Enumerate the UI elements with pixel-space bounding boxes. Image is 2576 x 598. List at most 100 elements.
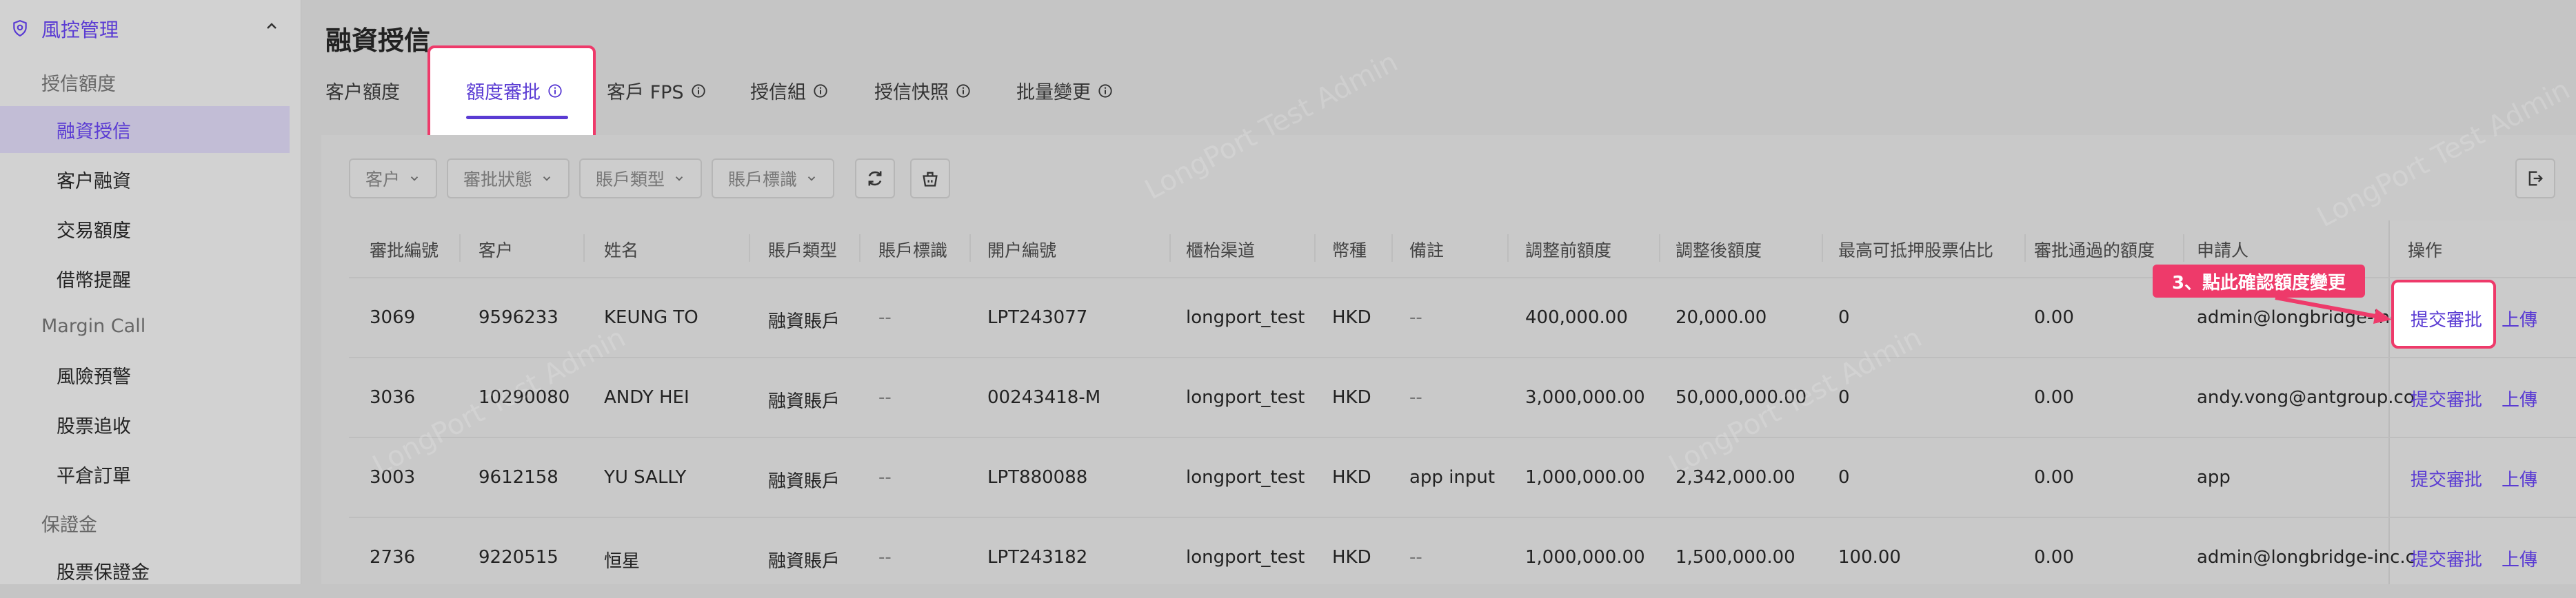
tab-limit-approval[interactable]: 額度審批: [466, 77, 563, 104]
sidebar-item-liquidation-orders[interactable]: 平倉訂單: [0, 451, 290, 497]
cell-account-type: 融資賬戶: [768, 391, 841, 412]
info-icon: [956, 83, 970, 98]
cell-approved-limit: 0.00: [2034, 307, 2074, 328]
sidebar-item-stock-recovery[interactable]: 股票追收: [0, 401, 290, 448]
cell-channel: longport_test: [1186, 547, 1305, 568]
sidebar-header[interactable]: 風控管理: [0, 0, 301, 59]
cell-remark: --: [1409, 307, 1422, 328]
tab-credit-snapshot[interactable]: 授信快照: [874, 77, 971, 104]
tab-client-limit[interactable]: 客户額度: [325, 77, 400, 104]
column-header: 申請人: [2197, 240, 2249, 260]
column-divider: [459, 234, 461, 262]
cell-remark: app input: [1409, 467, 1496, 488]
cell-currency: HKD: [1332, 547, 1371, 568]
info-icon: [548, 83, 562, 98]
sidebar-item-client-margin[interactable]: 客户融資: [0, 156, 290, 203]
refresh-button[interactable]: [855, 158, 895, 198]
filter-account-flag-select[interactable]: 賬戶標識: [712, 158, 835, 198]
cell-account-type: 融資賬戶: [768, 471, 841, 492]
sidebar-item-risk-warning[interactable]: 風險預警: [0, 351, 290, 398]
cell-channel: longport_test: [1186, 307, 1305, 328]
cell-account-no: LPT880088: [987, 467, 1088, 488]
cell-approved-limit: 0.00: [2034, 387, 2074, 408]
sidebar-header-label: 風控管理: [41, 19, 119, 41]
cell-client: 9596233: [479, 307, 559, 328]
filter-bar: 客户 審批狀態 賬戶類型 賬戶標識: [349, 158, 835, 198]
tab-batch-change[interactable]: 批量變更: [1016, 77, 1113, 104]
cell-name: YU SALLY: [604, 467, 687, 488]
column-header: 櫃枱渠道: [1186, 240, 1256, 260]
cell-limit-after: 1,500,000.00: [1676, 547, 1795, 568]
cell-applicant: app: [2197, 467, 2231, 488]
tab-client-fps[interactable]: 客戶 FPS: [607, 77, 706, 104]
cell-limit-after: 20,000.00: [1676, 307, 1767, 328]
cell-max-pledge-ratio: 0: [1838, 307, 1850, 328]
upload-button[interactable]: 上傳: [2502, 546, 2537, 571]
filter-label: 賬戶標識: [728, 169, 798, 189]
column-divider: [859, 234, 861, 262]
export-icon: [2528, 171, 2543, 186]
cell-currency: HKD: [1332, 387, 1371, 408]
refresh-icon: [868, 171, 882, 186]
upload-button[interactable]: 上傳: [2502, 466, 2537, 491]
sidebar-group-credit: 授信額度: [41, 74, 116, 95]
filter-account-type-select[interactable]: 賬戶類型: [579, 158, 703, 198]
cell-channel: longport_test: [1186, 467, 1305, 488]
column-header: 最高可抵押股票佔比: [1838, 240, 1994, 260]
chevron-up-icon[interactable]: [263, 18, 280, 34]
filter-label: 審批狀態: [463, 169, 533, 189]
submit-approval-button[interactable]: 提交審批: [2411, 306, 2482, 331]
column-header: 賬戶類型: [768, 240, 838, 260]
column-divider: [1314, 234, 1316, 262]
instruction-callout: 3、點此確認額度變更: [2153, 265, 2365, 298]
column-divider: [1169, 234, 1171, 262]
tab-label: 客户額度: [325, 82, 400, 103]
cell-limit-before: 3,000,000.00: [1525, 387, 1645, 408]
upload-button[interactable]: 上傳: [2502, 306, 2537, 331]
chevron-down-icon: [807, 176, 816, 181]
cell-account-type: 融資賬戶: [768, 551, 841, 572]
sidebar: 風控管理 授信額度 融資授信 客户融資 交易額度 借幣提醒 Margin Cal…: [0, 0, 301, 584]
cell-applicant: admin@longbridge-inc.c: [2197, 547, 2415, 568]
table-row: 2736 9220515 恒星 融資賬戶 -- LPT243182 longpo…: [349, 517, 2576, 598]
chevron-down-icon: [675, 176, 683, 181]
cell-limit-before: 1,000,000.00: [1525, 547, 1645, 568]
upload-button[interactable]: 上傳: [2502, 386, 2537, 411]
cell-approved-limit: 0.00: [2034, 467, 2074, 488]
column-header: 開户編號: [987, 240, 1057, 260]
page-title: 融資授信: [325, 25, 431, 56]
tab-label: 授信快照: [874, 82, 949, 103]
sidebar-item-borrow-alert[interactable]: 借幣提醒: [0, 255, 290, 302]
submit-approval-button[interactable]: 提交審批: [2411, 466, 2482, 491]
submit-approval-button[interactable]: 提交審批: [2411, 546, 2482, 571]
filter-approval-status-select[interactable]: 審批狀態: [447, 158, 570, 198]
sidebar-item-margin-credit[interactable]: 融資授信: [0, 106, 290, 153]
column-header: 姓名: [604, 240, 639, 260]
tab-label: 額度審批: [466, 82, 541, 103]
cell-client: 9220515: [479, 547, 559, 568]
export-button[interactable]: [2515, 158, 2555, 198]
cell-name: ANDY HEI: [604, 387, 690, 408]
submit-approval-button[interactable]: 提交審批: [2411, 386, 2482, 411]
sidebar-item-stock-deposit[interactable]: 股票保證金: [0, 547, 290, 594]
tab-credit-group[interactable]: 授信組: [750, 77, 828, 104]
sidebar-item-trade-limit[interactable]: 交易額度: [0, 205, 290, 252]
tab-label: 授信組: [750, 82, 806, 103]
column-header: 操作: [2408, 240, 2443, 260]
column-divider: [969, 234, 971, 262]
active-tab-indicator: [466, 116, 568, 119]
table-row: 3003 9612158 YU SALLY 融資賬戶 -- LPT880088 …: [349, 437, 2576, 518]
cell-approval-id: 3036: [370, 387, 416, 408]
cell-name: KEUNG TO: [604, 307, 698, 328]
filter-client-select[interactable]: 客户: [349, 158, 438, 198]
column-divider: [2183, 234, 2184, 262]
cell-currency: HKD: [1332, 307, 1371, 328]
filter-label: 賬戶類型: [596, 169, 665, 189]
column-divider: [749, 234, 750, 262]
cell-approved-limit: 0.00: [2034, 547, 2074, 568]
clear-filters-button[interactable]: [910, 158, 950, 198]
cell-limit-before: 1,000,000.00: [1525, 467, 1645, 488]
cell-account-flag: --: [878, 467, 892, 488]
sidebar-group-deposit: 保證金: [41, 515, 97, 536]
cell-currency: HKD: [1332, 467, 1371, 488]
